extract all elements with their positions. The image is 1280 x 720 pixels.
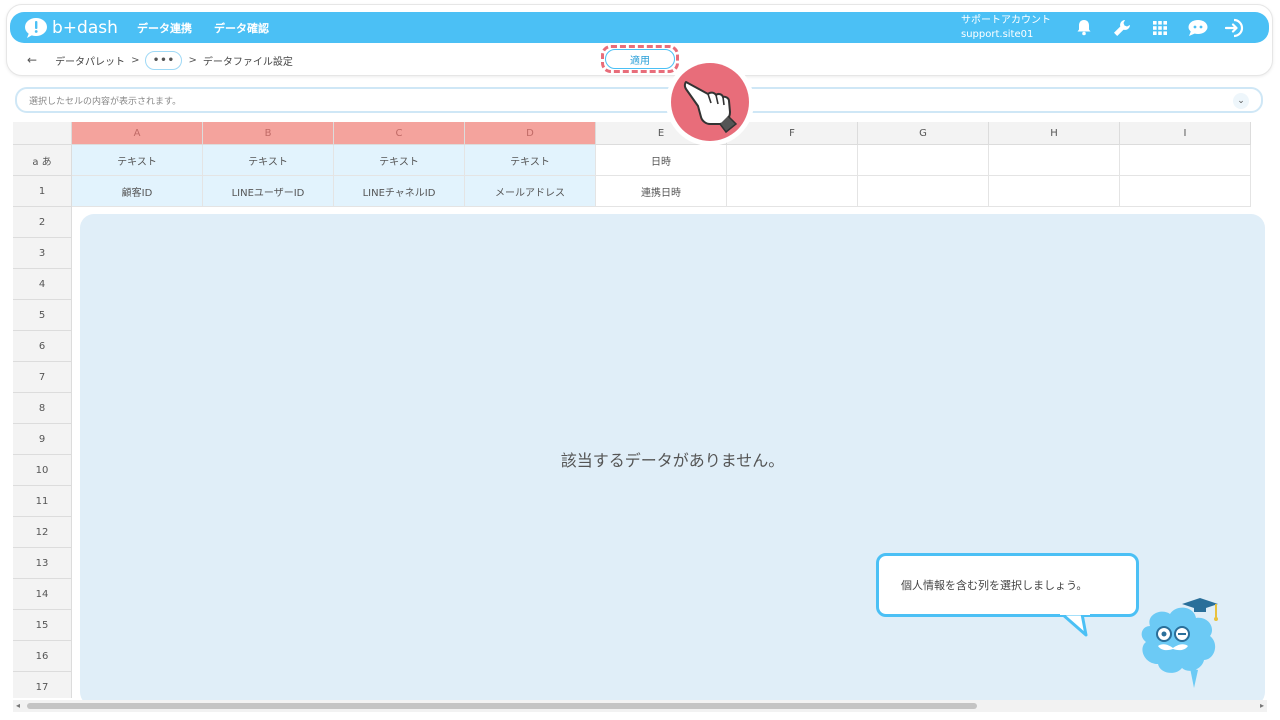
type-cell-b[interactable]: テキスト [203, 145, 334, 176]
row-header-1[interactable]: 1 [13, 176, 72, 207]
account-name: サポートアカウント [961, 14, 1051, 26]
column-header-d[interactable]: D [465, 122, 596, 145]
bell-icon[interactable] [1073, 17, 1095, 39]
header-cell-c[interactable]: LINEチャネルID [334, 176, 465, 207]
column-header-g[interactable]: G [858, 122, 989, 145]
scrollbar-thumb[interactable] [27, 703, 977, 709]
row-header-9[interactable]: 9 [13, 424, 72, 455]
row-header-14[interactable]: 14 [13, 579, 72, 610]
breadcrumb-data-file-settings: データファイル設定 [202, 56, 293, 68]
cell-content-placeholder: 選択したセルの内容が表示されます。 [29, 96, 182, 107]
breadcrumb: ← データパレット > ••• > データファイル設定 [27, 50, 293, 70]
scroll-left-icon[interactable]: ◂ [16, 701, 20, 710]
header-cell-i[interactable] [1120, 176, 1251, 207]
type-cell-g[interactable] [858, 145, 989, 176]
header-cell-a[interactable]: 顧客ID [72, 176, 203, 207]
breadcrumb-separator: > [131, 54, 140, 66]
row-header-5[interactable]: 5 [13, 300, 72, 331]
type-cell-f[interactable] [727, 145, 858, 176]
tooltip-tail [1060, 612, 1090, 637]
column-header-c[interactable]: C [334, 122, 465, 145]
row-header-16[interactable]: 16 [13, 641, 72, 672]
row-header-6[interactable]: 6 [13, 331, 72, 362]
row-header-12[interactable]: 12 [13, 517, 72, 548]
type-cell-c[interactable]: テキスト [334, 145, 465, 176]
breadcrumb-more-button[interactable]: ••• [145, 50, 183, 70]
row-header-15[interactable]: 15 [13, 610, 72, 641]
type-cell-h[interactable] [989, 145, 1120, 176]
breadcrumb-data-palette[interactable]: データパレット [55, 53, 125, 68]
account-info[interactable]: サポートアカウント support.site01 [961, 14, 1051, 42]
type-cell-d[interactable]: テキスト [465, 145, 596, 176]
grid-corner[interactable] [13, 122, 72, 145]
breadcrumb-separator: > [188, 54, 197, 66]
row-header-7[interactable]: 7 [13, 362, 72, 393]
tooltip-text: 個人情報を含む列を選択しましょう。 [901, 579, 1088, 592]
row-header-17[interactable]: 17 [13, 672, 72, 698]
tooltip-bubble: 個人情報を含む列を選択しましょう。 [876, 553, 1139, 617]
row-header-10[interactable]: 10 [13, 455, 72, 486]
type-cell-e[interactable]: 日時 [596, 145, 727, 176]
logo[interactable]: b+dash [24, 17, 124, 39]
logo-icon [24, 17, 49, 39]
row-header-type[interactable]: a あ [13, 145, 72, 176]
header-cell-g[interactable] [858, 176, 989, 207]
horizontal-scrollbar[interactable]: ◂ ▸ [13, 700, 1267, 712]
row-header-2[interactable]: 2 [13, 207, 72, 238]
nav-data-check[interactable]: データ確認 [214, 20, 269, 36]
account-id: support.site01 [961, 28, 1034, 40]
empty-message: 該当するデータがありません。 [560, 451, 785, 470]
type-cell-a[interactable]: テキスト [72, 145, 203, 176]
row-header-13[interactable]: 13 [13, 548, 72, 579]
grid-icon[interactable] [1149, 17, 1171, 39]
cell-content-field[interactable]: 選択したセルの内容が表示されます。 ⌄ [15, 87, 1263, 113]
header-cell-h[interactable] [989, 176, 1120, 207]
column-header-b[interactable]: B [203, 122, 334, 145]
column-header-a[interactable]: A [72, 122, 203, 145]
nav-data-integration[interactable]: データ連携 [137, 20, 192, 36]
scroll-right-icon[interactable]: ▸ [1260, 701, 1264, 710]
row-header-3[interactable]: 3 [13, 238, 72, 269]
header-cell-b[interactable]: LINEユーザーID [203, 176, 334, 207]
column-header-h[interactable]: H [989, 122, 1120, 145]
logout-icon[interactable] [1225, 17, 1247, 39]
header-bar: b+dash データ連携 データ確認 サポートアカウント support.sit… [10, 12, 1269, 43]
cloud-mascot-icon [1141, 598, 1218, 688]
chevron-down-icon[interactable]: ⌄ [1233, 93, 1249, 109]
back-arrow-icon[interactable]: ← [27, 53, 37, 67]
main-nav: データ連携 データ確認 [137, 20, 291, 36]
pointing-hand-icon [666, 58, 754, 146]
header-cell-e[interactable]: 連携日時 [596, 176, 727, 207]
row-header-4[interactable]: 4 [13, 269, 72, 300]
header-cell-f[interactable] [727, 176, 858, 207]
logo-text: b+dash [52, 17, 118, 38]
wrench-icon[interactable] [1111, 17, 1133, 39]
row-header-11[interactable]: 11 [13, 486, 72, 517]
chat-icon[interactable] [1187, 17, 1209, 39]
column-header-i[interactable]: I [1120, 122, 1251, 145]
row-header-8[interactable]: 8 [13, 393, 72, 424]
header-cell-d[interactable]: メールアドレス [465, 176, 596, 207]
type-cell-i[interactable] [1120, 145, 1251, 176]
